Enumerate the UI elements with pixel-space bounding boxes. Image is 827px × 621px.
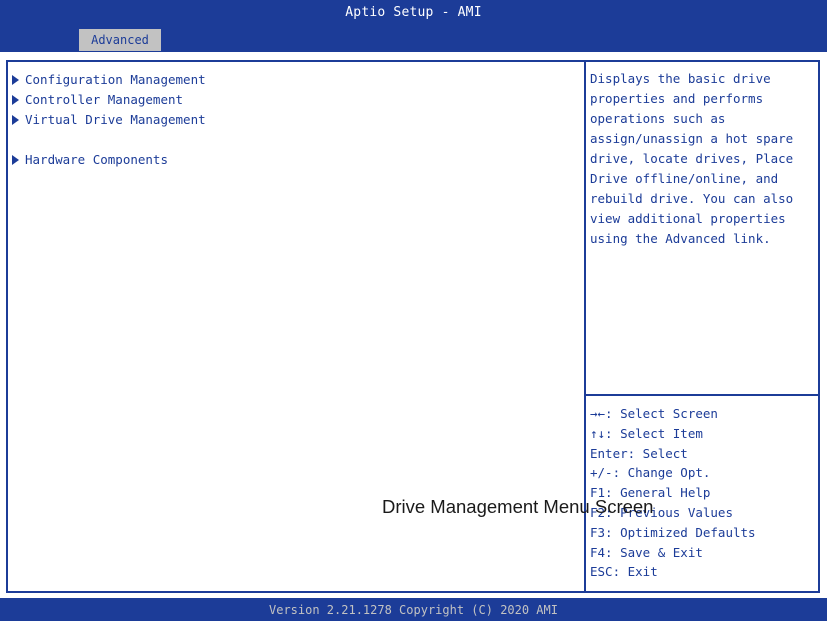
menu-list: Configuration Management Controller Mana… xyxy=(12,70,206,170)
footer-version: Version 2.21.1278 Copyright (C) 2020 AMI xyxy=(0,598,827,621)
submenu-arrow-icon xyxy=(12,115,19,125)
help-divider xyxy=(586,394,818,396)
menu-item-virtual-drive-management[interactable]: Virtual Drive Management xyxy=(12,110,206,130)
menu-item-label: Hardware Components xyxy=(25,152,168,167)
menu-item-label: Virtual Drive Management xyxy=(25,112,206,127)
tab-advanced[interactable]: Advanced xyxy=(79,29,161,51)
submenu-arrow-icon xyxy=(12,75,19,85)
key-enter-select: Enter: Select xyxy=(590,445,688,461)
menu-item-label: Controller Management xyxy=(25,92,184,107)
key-optimized-defaults: F3: Optimized Defaults xyxy=(590,524,756,540)
menu-item-controller-management[interactable]: Controller Management xyxy=(12,90,206,110)
submenu-arrow-icon xyxy=(12,155,19,165)
key-save-exit: F4: Save & Exit xyxy=(590,544,703,560)
key-select-screen: →←: Select Screen xyxy=(590,406,718,421)
key-select-item: ↑↓: Select Item xyxy=(590,425,703,441)
submenu-arrow-icon xyxy=(12,95,19,105)
menu-item-hardware-components[interactable]: Hardware Components xyxy=(12,150,206,170)
figure-caption: Drive Management Menu Screen xyxy=(382,496,654,517)
key-legend: →←: Select Screen ↑↓: Select Item Enter:… xyxy=(590,404,756,582)
header-bar: Aptio Setup - AMI Advanced xyxy=(0,0,827,52)
menu-item-configuration-management[interactable]: Configuration Management xyxy=(12,70,206,90)
key-change-opt: +/-: Change Opt. xyxy=(590,465,711,481)
menu-item-drive-management[interactable]: Drive Management xyxy=(12,130,206,150)
menu-item-label: Drive Management xyxy=(25,132,146,147)
bios-setup-screen: Aptio Setup - AMI Advanced Configuration… xyxy=(0,0,827,621)
window-title: Aptio Setup - AMI xyxy=(345,5,482,20)
key-esc-exit: ESC: Exit xyxy=(590,564,658,580)
submenu-arrow-icon xyxy=(12,135,19,145)
help-description: Displays the basic drive properties and … xyxy=(590,71,794,246)
menu-item-label: Configuration Management xyxy=(25,72,206,87)
